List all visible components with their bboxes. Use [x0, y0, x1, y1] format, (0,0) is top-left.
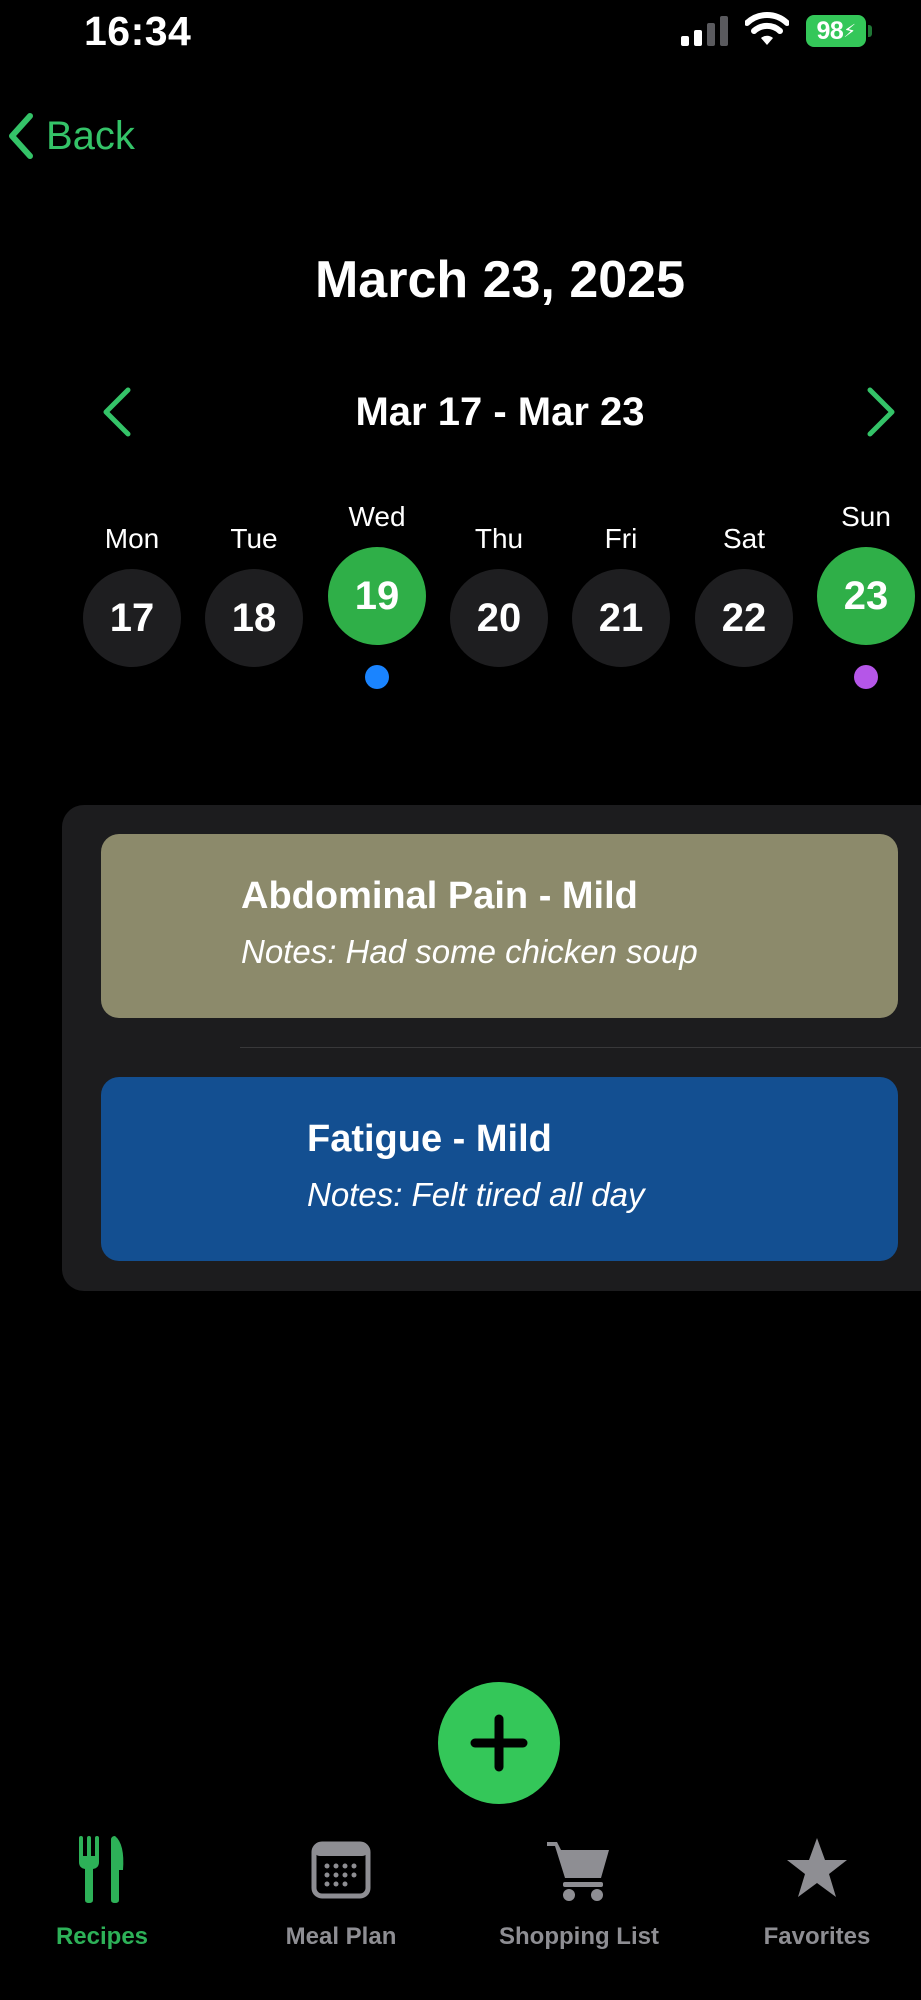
symptom-notes: Notes: Had some chicken soup	[241, 933, 698, 970]
symptom-entry[interactable]: Fatigue - Mild Notes: Felt tired all day	[101, 1077, 898, 1261]
battery-level: 98	[816, 16, 844, 45]
symptom-title: Abdominal Pain - Mild	[241, 875, 638, 917]
tab-meal-plan[interactable]: Meal Plan	[226, 1834, 456, 1952]
symptom-title: Fatigue - Mild	[307, 1118, 552, 1160]
week-range-label: Mar 17 - Mar 23	[355, 390, 645, 434]
tab-shopping-list[interactable]: Shopping List	[464, 1834, 694, 1952]
tab-label: Meal Plan	[285, 1923, 397, 1950]
day-mon[interactable]: Mon 17	[83, 522, 181, 667]
battery-indicator: 98 ⚡	[806, 15, 866, 47]
day-thu[interactable]: Thu 20	[450, 522, 548, 667]
day-number: 23	[817, 547, 915, 645]
chevron-left-icon	[9, 113, 33, 159]
entry-indicator-dot	[365, 665, 389, 689]
day-fri[interactable]: Fri 21	[572, 522, 670, 667]
symptom-entry[interactable]: Abdominal Pain - Mild Notes: Had some ch…	[101, 834, 898, 1018]
back-button[interactable]: Back	[6, 106, 135, 166]
day-label: Sat	[722, 523, 766, 554]
day-sun[interactable]: Sun 23	[817, 500, 915, 689]
page-title: March 23, 2025	[314, 251, 686, 309]
day-sat[interactable]: Sat 22	[695, 522, 793, 667]
day-number: 21	[572, 569, 670, 667]
day-number: 20	[450, 569, 548, 667]
day-number: 17	[83, 569, 181, 667]
back-label: Back	[46, 114, 135, 158]
day-number: 19	[328, 547, 426, 645]
day-label: Tue	[230, 523, 278, 554]
list-separator	[240, 1047, 921, 1048]
day-wed[interactable]: Wed 19	[328, 500, 426, 689]
cellular-signal-icon	[681, 16, 728, 46]
day-label: Mon	[104, 523, 160, 554]
day-label: Wed	[348, 501, 406, 532]
tab-label: Favorites	[763, 1923, 871, 1950]
tab-favorites[interactable]: Favorites	[702, 1834, 921, 1952]
day-label: Fri	[604, 523, 638, 554]
tab-label: Recipes	[55, 1923, 149, 1950]
wifi-icon	[745, 12, 789, 45]
tab-label: Shopping List	[499, 1923, 659, 1950]
day-tue[interactable]: Tue 18	[205, 522, 303, 667]
add-entry-button[interactable]	[438, 1682, 560, 1804]
cart-icon	[547, 1842, 609, 1901]
fork-knife-icon	[79, 1836, 124, 1903]
day-label: Thu	[474, 523, 524, 554]
battery-tip	[868, 25, 872, 37]
calendar-icon	[311, 1841, 371, 1899]
plus-icon	[470, 1714, 528, 1772]
tab-recipes[interactable]: Recipes	[0, 1834, 217, 1952]
day-number: 18	[205, 569, 303, 667]
charging-bolt-icon: ⚡	[843, 20, 856, 41]
symptom-notes: Notes: Felt tired all day	[307, 1176, 645, 1213]
day-number: 22	[695, 569, 793, 667]
next-week-button[interactable]	[862, 386, 902, 438]
day-label: Sun	[841, 501, 891, 532]
star-icon	[787, 1838, 847, 1897]
status-time: 16:34	[84, 8, 192, 54]
entry-indicator-dot	[854, 665, 878, 689]
